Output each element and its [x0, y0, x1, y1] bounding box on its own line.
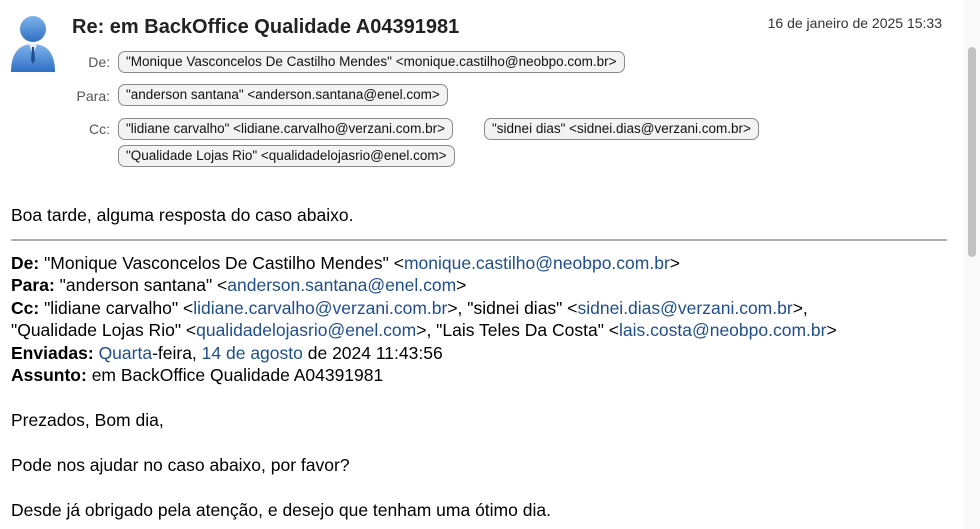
- quoted-from-line: De: "Monique Vasconcelos De Castilho Men…: [11, 252, 947, 275]
- quoted-cc-email-link[interactable]: qualidadelojasrio@enel.com: [196, 320, 416, 340]
- email-body: Boa tarde, alguma resposta do caso abaix…: [11, 204, 947, 522]
- quoted-sent-feira: -feira,: [152, 342, 202, 363]
- cc-contact-pill[interactable]: "sidnei dias" <sidnei.dias@verzani.com.b…: [484, 118, 759, 140]
- quoted-cc-name: "Qualidade Lojas Rio" <: [11, 320, 197, 340]
- quoted-cc-email-link[interactable]: lidiane.carvalho@verzani.com.br: [193, 298, 447, 318]
- vertical-scrollbar[interactable]: [964, 0, 980, 529]
- quoted-to-email-link[interactable]: anderson.santana@enel.com: [227, 275, 456, 295]
- email-header: Re: em BackOffice Qualidade A04391981 16…: [0, 0, 964, 180]
- quoted-to-name: "anderson santana" <: [54, 275, 228, 295]
- quoted-cc-line: Cc: "lidiane carvalho" <lidiane.carvalho…: [11, 297, 947, 320]
- bracket-text: >: [826, 320, 837, 340]
- to-label: Para:: [76, 88, 110, 104]
- bracket-text: >: [456, 275, 467, 295]
- body-paragraph: Prezados, Bom dia,: [11, 410, 164, 430]
- bracket-text: >,: [792, 297, 808, 318]
- quoted-cc-name: >, "sidnei dias" <: [447, 297, 578, 318]
- quoted-sent-date-link[interactable]: 14 de agosto: [202, 343, 303, 363]
- email-date: 16 de janeiro de 2025 15:33: [767, 15, 942, 31]
- scrollbar-thumb[interactable]: [968, 47, 976, 257]
- greeting-text: Boa tarde, alguma resposta do caso abaix…: [11, 205, 354, 225]
- quoted-cc-name: "lidiane carvalho" <: [39, 297, 194, 318]
- quoted-to-label: Para:: [11, 275, 55, 295]
- to-contact-pill[interactable]: "anderson santana" <anderson.santana@ene…: [118, 84, 448, 106]
- quoted-sent-label: Enviadas:: [11, 342, 94, 363]
- cc-label: Cc:: [89, 121, 110, 137]
- body-paragraph: Pode nos ajudar no caso abaixo, por favo…: [11, 455, 350, 475]
- quoted-from-label: De:: [11, 252, 40, 273]
- quoted-cc-email-link[interactable]: sidnei.dias@verzani.com.br: [577, 298, 792, 318]
- user-avatar-icon: [11, 16, 55, 72]
- email-subject: Re: em BackOffice Qualidade A04391981: [72, 16, 460, 38]
- from-contact-pill[interactable]: "Monique Vasconcelos De Castilho Mendes"…: [118, 51, 625, 73]
- body-paragraph: Desde já obrigado pela atenção, e desejo…: [11, 500, 551, 520]
- quoted-sent-weekday-link[interactable]: Quarta: [99, 343, 153, 363]
- bracket-text: >: [669, 252, 681, 273]
- quoted-sent-rest: de 2024 11:43:56: [302, 342, 443, 363]
- quote-separator: [11, 238, 947, 241]
- quoted-cc-line-2: "Qualidade Lojas Rio" <qualidadelojasrio…: [11, 319, 947, 342]
- quoted-subject-label: Assunto:: [11, 365, 87, 385]
- cc-contact-pill[interactable]: "Qualidade Lojas Rio" <qualidadelojasrio…: [118, 145, 455, 167]
- quoted-cc-label: Cc:: [11, 297, 40, 318]
- quoted-cc-name: >, "Lais Teles Da Costa" <: [416, 320, 619, 340]
- quoted-from-name: "Monique Vasconcelos De Castilho Mendes"…: [39, 252, 404, 273]
- quoted-subject-value: em BackOffice Qualidade A04391981: [86, 365, 384, 385]
- quoted-sent-line: Enviadas: Quarta-feira, 14 de agosto de …: [11, 342, 947, 365]
- cc-contact-pill[interactable]: "lidiane carvalho" <lidiane.carvalho@ver…: [118, 118, 453, 140]
- quoted-from-email-link[interactable]: monique.castilho@neobpo.com.br: [404, 253, 670, 273]
- from-label: De:: [88, 54, 110, 70]
- quoted-cc-email-link[interactable]: lais.costa@neobpo.com.br: [619, 320, 826, 340]
- quoted-subject-line: Assunto: em BackOffice Qualidade A043919…: [11, 364, 947, 387]
- quoted-to-line: Para: "anderson santana" <anderson.santa…: [11, 274, 947, 297]
